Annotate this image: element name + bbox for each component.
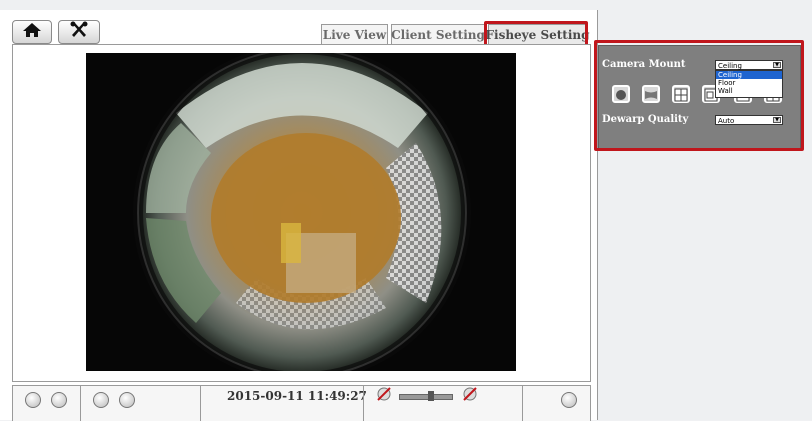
tab-label: Fisheye Setting bbox=[485, 28, 590, 42]
tab-client-setting[interactable]: Client Setting bbox=[391, 24, 485, 45]
timestamp: 2015-09-11 11:49:27 bbox=[227, 389, 367, 403]
camera-mount-label: Camera Mount bbox=[602, 59, 686, 70]
quad-view-icon[interactable] bbox=[672, 85, 690, 103]
camera-mount-option-ceiling[interactable]: Ceiling bbox=[716, 71, 782, 79]
fisheye-original-icon[interactable] bbox=[612, 85, 630, 103]
fullscreen-button[interactable] bbox=[561, 392, 577, 408]
tab-live-view[interactable]: Live View bbox=[321, 24, 388, 45]
fisheye-video[interactable] bbox=[86, 53, 516, 371]
dewarp-quality-select[interactable]: Auto ▼ bbox=[715, 115, 783, 125]
camera-mount-option-wall[interactable]: Wall bbox=[716, 87, 782, 95]
record-button[interactable] bbox=[25, 392, 41, 408]
divider bbox=[522, 386, 523, 421]
panorama-icon[interactable] bbox=[642, 85, 660, 103]
camera-mount-option-floor[interactable]: Floor bbox=[716, 79, 782, 87]
zoom-button[interactable] bbox=[93, 392, 109, 408]
fisheye-image bbox=[86, 53, 516, 371]
settings-button[interactable] bbox=[58, 20, 100, 44]
ptz-button[interactable] bbox=[119, 392, 135, 408]
camera-mount-select[interactable]: Ceiling ▼ bbox=[715, 60, 783, 70]
tools-icon bbox=[69, 21, 89, 43]
snapshot-button[interactable] bbox=[51, 392, 67, 408]
volume-slider[interactable] bbox=[399, 391, 453, 401]
divider bbox=[200, 386, 201, 421]
tab-label: Client Setting bbox=[391, 28, 485, 42]
divider bbox=[80, 386, 81, 421]
tab-label: Live View bbox=[322, 28, 387, 42]
chevron-down-icon: ▼ bbox=[773, 62, 781, 68]
volume-slider-handle[interactable] bbox=[428, 391, 434, 401]
tab-fisheye-setting[interactable]: Fisheye Setting bbox=[485, 24, 590, 45]
camera-mount-dropdown: Ceiling Floor Wall bbox=[715, 70, 783, 98]
mic-mute-icon[interactable] bbox=[461, 386, 479, 406]
home-button[interactable] bbox=[12, 20, 52, 44]
divider bbox=[363, 386, 364, 421]
camera-mount-value: Ceiling bbox=[718, 62, 742, 70]
dewarp-quality-label: Dewarp Quality bbox=[602, 114, 689, 125]
mute-icon[interactable] bbox=[375, 386, 393, 406]
chevron-down-icon: ▼ bbox=[773, 117, 781, 123]
home-icon bbox=[22, 22, 42, 42]
dewarp-quality-value: Auto bbox=[718, 117, 735, 125]
playback-controls: 2015-09-11 11:49:27 bbox=[12, 385, 591, 421]
